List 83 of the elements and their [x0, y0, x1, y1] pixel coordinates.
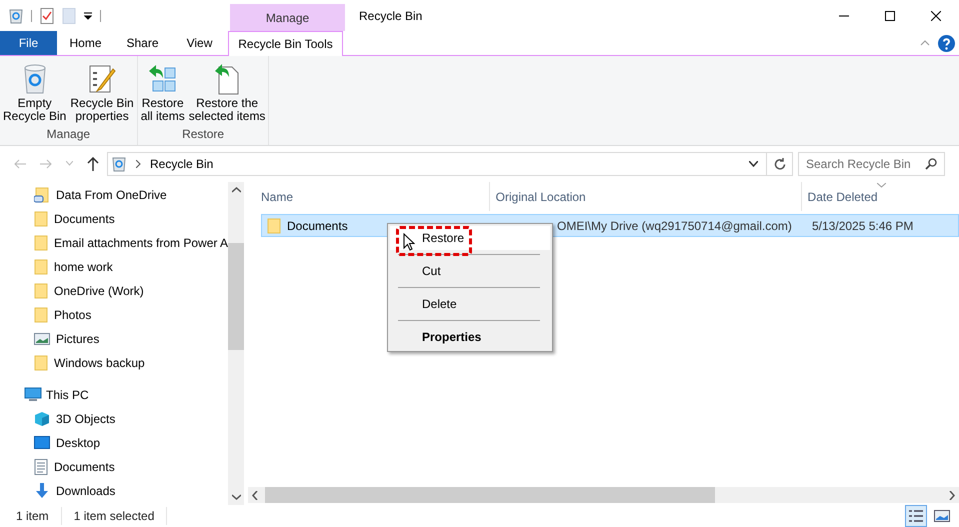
column-header[interactable]: Date Deleted	[800, 182, 959, 211]
ribbon-group-label: Manage	[46, 126, 90, 143]
menu-item[interactable]: Properties	[390, 325, 550, 349]
scroll-up-icon[interactable]	[232, 187, 240, 193]
folder-icon	[34, 355, 48, 371]
document-pencil-icon	[87, 64, 118, 94]
refresh-icon	[774, 158, 786, 170]
scrollbar-thumb[interactable]	[265, 487, 715, 503]
ribbon-tab[interactable]: Share	[114, 31, 171, 55]
ribbon-tab[interactable]: Home	[57, 31, 114, 55]
chevron-down-icon[interactable]	[749, 160, 758, 166]
scroll-left-icon[interactable]	[252, 490, 258, 500]
menu-item[interactable]: Delete	[390, 292, 550, 316]
table-cell-text: Documents	[287, 218, 348, 234]
column-header[interactable]: Original Location	[488, 182, 801, 211]
recycle-bin-icon	[112, 156, 126, 172]
breadcrumb-chevron-icon[interactable]	[136, 160, 141, 168]
dropdown-icon[interactable]	[84, 12, 92, 20]
details-view-button[interactable]	[905, 505, 927, 527]
column-header[interactable]: Name	[261, 182, 489, 211]
nav-item[interactable]: Pictures	[0, 327, 228, 351]
computer-icon	[24, 387, 42, 403]
ribbon-tab[interactable]: View	[171, 31, 228, 55]
folder-icon	[34, 259, 48, 275]
ribbon-button[interactable]: Restore the selected items	[188, 61, 266, 125]
folder-icon	[267, 218, 281, 234]
item-count: 1 item	[16, 507, 62, 525]
scroll-right-icon[interactable]	[949, 490, 955, 500]
refresh-button[interactable]	[767, 152, 793, 176]
menu-item[interactable]: Restore	[390, 226, 550, 250]
menu-item[interactable]: Cut	[390, 259, 550, 283]
scroll-down-icon[interactable]	[232, 494, 240, 500]
context-tab-group-label: Manage	[230, 4, 345, 31]
recycle-bin-icon[interactable]	[9, 8, 23, 24]
download-arrow-icon	[34, 483, 50, 499]
window-title: Recycle Bin	[359, 8, 422, 24]
nav-item[interactable]: Documents	[0, 455, 228, 479]
search-field[interactable]: Search Recycle Bin	[798, 152, 945, 176]
document-icon	[34, 459, 48, 475]
ribbon-button[interactable]: Empty Recycle Bin	[3, 61, 66, 125]
recycle-bin-icon	[22, 64, 48, 94]
nav-item[interactable]: Documents	[0, 207, 228, 231]
up-arrow-icon[interactable]	[87, 156, 99, 170]
folder-icon	[34, 307, 48, 323]
nav-item[interactable]: 3D Objects	[0, 407, 228, 431]
ribbon-tab[interactable]: File	[0, 31, 57, 55]
details-list-icon	[908, 509, 924, 523]
nav-item[interactable]: Windows backup	[0, 351, 228, 375]
picture-thumbnail-icon	[934, 510, 950, 522]
nav-item[interactable]: This PC	[0, 383, 228, 407]
ribbon-group-label: Restore	[182, 126, 224, 143]
horizontal-scrollbar[interactable]	[248, 487, 959, 503]
nav-item[interactable]: Data From OneDrive	[0, 183, 228, 207]
checkmark-document-icon[interactable]	[40, 8, 54, 24]
table-cell: OMEI\My Drive (wq291750714@gmail.com)	[557, 218, 792, 232]
nav-item[interactable]: Downloads	[0, 479, 228, 503]
cube-icon	[34, 411, 50, 427]
address-bar[interactable]: Recycle Bin	[107, 152, 767, 176]
table-cell: 5/13/2025 5:46 PM	[812, 218, 914, 232]
pictures-icon	[34, 333, 50, 345]
desktop-icon	[34, 436, 50, 450]
vertical-scrollbar[interactable]	[228, 182, 244, 505]
help-icon[interactable]	[938, 34, 955, 52]
ribbon-button[interactable]: Recycle Bin properties	[70, 61, 134, 125]
linked-folder-icon	[34, 187, 50, 203]
nav-item[interactable]: home work	[0, 255, 228, 279]
selection-count: 1 item selected	[62, 507, 168, 525]
nav-item[interactable]: OneDrive (Work)	[0, 279, 228, 303]
nav-item[interactable]: Desktop	[0, 431, 228, 455]
ribbon-tab[interactable]: Recycle Bin Tools	[228, 31, 343, 56]
folder-icon	[34, 283, 48, 299]
close-icon	[931, 10, 941, 20]
address-path: Recycle Bin	[150, 156, 214, 172]
folder-icon	[34, 211, 48, 227]
nav-item[interactable]: Photos	[0, 303, 228, 327]
scrollbar-thumb[interactable]	[228, 243, 244, 350]
ribbon-button[interactable]: Restore all items	[140, 61, 185, 125]
search-icon	[925, 158, 937, 170]
collapse-ribbon-icon[interactable]	[920, 40, 930, 46]
mouse-cursor-icon	[403, 233, 415, 252]
nav-item[interactable]: Email attachments from Power A	[0, 231, 228, 255]
maximize-icon	[885, 10, 895, 20]
folder-icon	[34, 235, 48, 251]
